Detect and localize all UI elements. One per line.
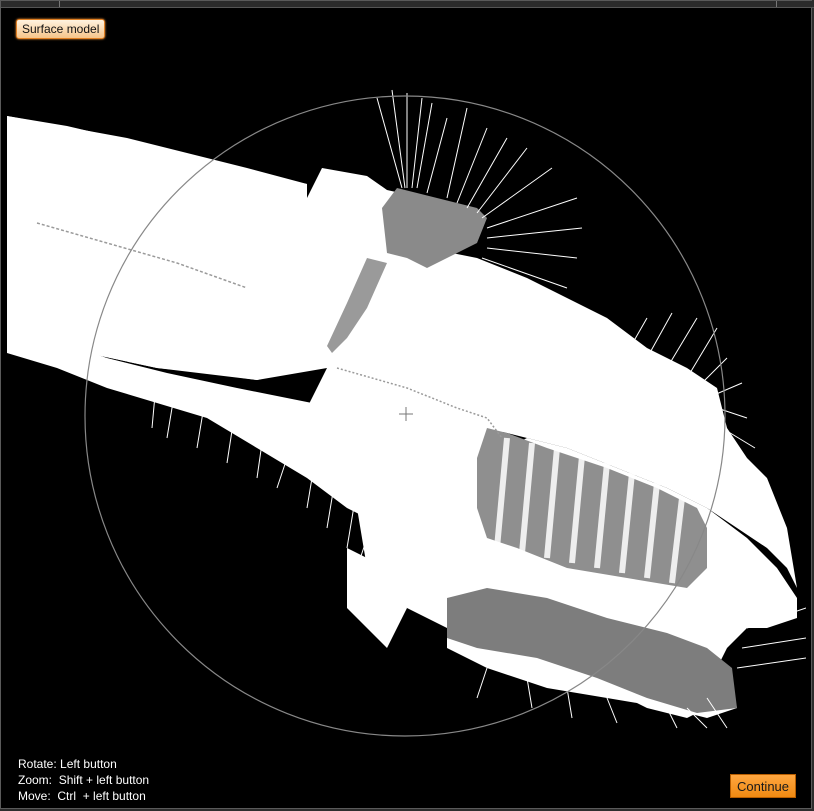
3d-viewport[interactable] [7,8,806,807]
help-move-label: Move: [18,789,51,803]
mode-badge[interactable]: Surface model [16,19,106,39]
controls-help: Rotate: Left button Zoom: Shift + left b… [18,756,149,804]
help-rotate: Rotate: Left button [18,756,149,772]
help-move-value: Ctrl + left button [57,789,146,803]
model-view-window: Surface model Rotate: Left button Zoom: … [0,0,814,809]
surface-model-render[interactable] [7,8,806,807]
help-zoom-label: Zoom: [18,773,53,787]
top-edge [1,1,814,8]
help-move: Move: Ctrl + left button [18,788,149,804]
help-zoom: Zoom: Shift + left button [18,772,149,788]
help-zoom-value: Shift + left button [58,773,150,787]
continue-button[interactable]: Continue [730,774,796,798]
help-rotate-value: Left button [60,757,117,771]
help-rotate-label: Rotate: [18,757,57,771]
